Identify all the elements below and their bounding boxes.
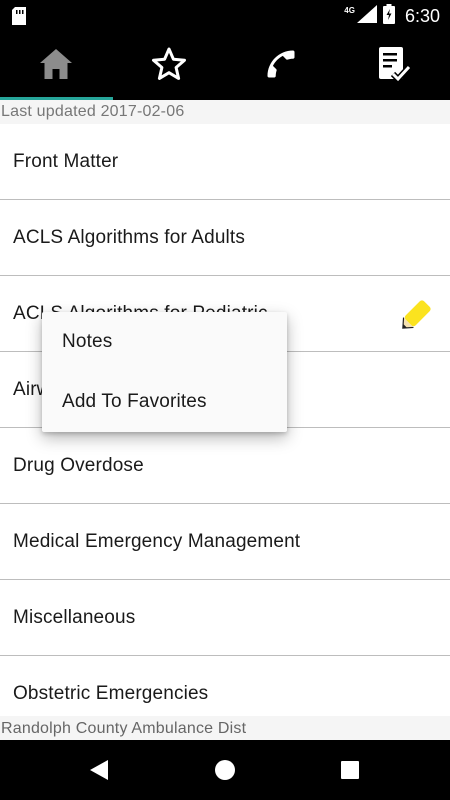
phone-icon [263, 46, 299, 87]
back-icon[interactable] [88, 759, 110, 786]
recents-icon[interactable] [340, 760, 360, 785]
list-item-label: Medical Emergency Management [13, 530, 301, 552]
last-updated-label: Last updated 2017-02-06 [0, 100, 450, 124]
tab-bar [0, 32, 450, 100]
navigation-bar [0, 740, 450, 800]
list-item-label: Obstetric Emergencies [13, 682, 209, 704]
home-icon [38, 47, 74, 86]
list-item[interactable]: Obstetric Emergencies [0, 656, 450, 716]
sim-card-icon [12, 7, 26, 30]
list-item[interactable]: Drug Overdose [0, 428, 450, 504]
star-icon [150, 46, 188, 87]
list-item[interactable]: ACLS Algorithms for Adults [0, 200, 450, 276]
context-menu: Notes Add To Favorites [42, 312, 287, 432]
tab-favorites[interactable] [113, 32, 226, 100]
list-item[interactable]: Medical Emergency Management [0, 504, 450, 580]
list-item-label: ACLS Algorithms for Adults [13, 226, 246, 248]
tab-contacts[interactable] [225, 32, 338, 100]
menu-item-notes[interactable]: Notes [42, 312, 287, 372]
list-item-label: Front Matter [13, 150, 119, 172]
list-item-label: Drug Overdose [13, 454, 144, 476]
list-item-label: Miscellaneous [13, 606, 136, 628]
checklist-icon [377, 45, 411, 88]
network-type: 4G [344, 5, 355, 15]
status-bar: 4G 6:30 [0, 0, 450, 32]
pencil-icon [396, 293, 438, 341]
menu-item-add-to-favorites[interactable]: Add To Favorites [42, 372, 287, 432]
clock: 6:30 [404, 5, 440, 26]
battery-icon [382, 3, 395, 29]
tab-home[interactable] [0, 32, 113, 100]
signal-icon [356, 4, 377, 28]
home-button-icon[interactable] [214, 759, 236, 786]
tab-checklist[interactable] [338, 32, 450, 100]
list-item[interactable]: Front Matter [0, 124, 450, 200]
list-item[interactable]: Miscellaneous [0, 580, 450, 656]
footer-label: Randolph County Ambulance Dist [0, 716, 450, 740]
